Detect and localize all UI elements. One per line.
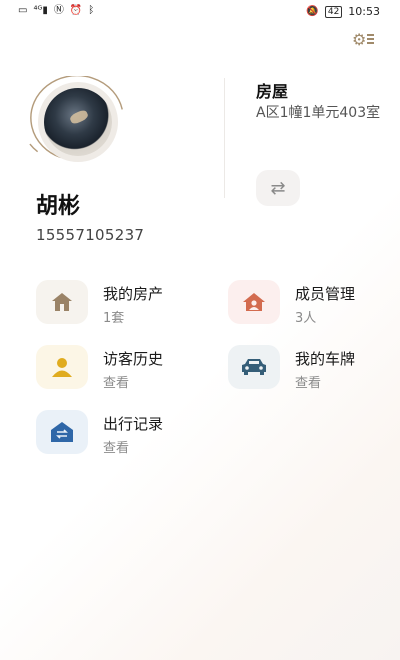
transit-icon [51,422,73,442]
tile-travel-records[interactable]: 出行记录 查看 [36,410,163,456]
user-phone: 15557105237 [36,226,145,244]
alarm-icon: ⏰ [69,5,83,16]
tile-subtitle: 查看 [103,441,130,456]
tile-icon-box [36,345,88,389]
tile-icon-box [36,410,88,454]
tile-my-plate[interactable]: 我的车牌 查看 [228,345,355,391]
tile-subtitle: 查看 [295,376,322,391]
members-house-icon [243,293,265,311]
house-title: 房屋 [256,82,289,101]
user-name: 胡彬 [36,194,81,219]
menu-lines-icon [367,34,375,44]
avatar-image-detail [68,108,90,126]
tile-subtitle: 1套 [103,311,125,326]
tile-subtitle: 3人 [295,311,317,326]
status-bar: ▭ ⁴ᴳ▮ Ⓝ ⏰ ᛒ 🔕 42 10:53 [0,0,400,24]
tile-title: 我的车牌 [295,350,356,368]
settings-button[interactable]: ⚙ [352,28,378,50]
house-address: A区1幢1单元403室 [256,105,381,121]
car-icon [242,359,266,375]
nfc-icon: Ⓝ [53,5,64,16]
sim-icon: ▭ [18,5,28,16]
tile-icon-box [228,345,280,389]
clock: 10:53 [348,5,380,18]
swap-arrows-icon: ⇄ [270,177,286,199]
tile-title: 访客历史 [103,350,164,368]
signal-icon: ⁴ᴳ▮ [33,5,48,16]
switch-house-button[interactable]: ⇄ [256,170,300,206]
tile-visitor-history[interactable]: 访客历史 查看 [36,345,163,391]
tile-icon-box [36,280,88,324]
mute-icon: 🔕 [306,5,319,17]
divider [224,78,225,198]
tile-my-property[interactable]: 我的房产 1套 [36,280,163,326]
visitor-icon [52,358,72,377]
house-icon [52,293,72,311]
tile-icon-box [228,280,280,324]
gear-icon: ⚙ [352,29,367,49]
tile-title: 我的房产 [103,285,164,303]
tile-member-management[interactable]: 成员管理 3人 [228,280,355,326]
bluetooth-icon: ᛒ [88,5,95,16]
tile-title: 成员管理 [295,285,356,303]
tile-title: 出行记录 [103,415,164,433]
avatar-container[interactable] [28,76,132,166]
tile-subtitle: 查看 [103,376,130,391]
avatar[interactable] [44,88,112,156]
battery-level: 42 [324,5,343,18]
